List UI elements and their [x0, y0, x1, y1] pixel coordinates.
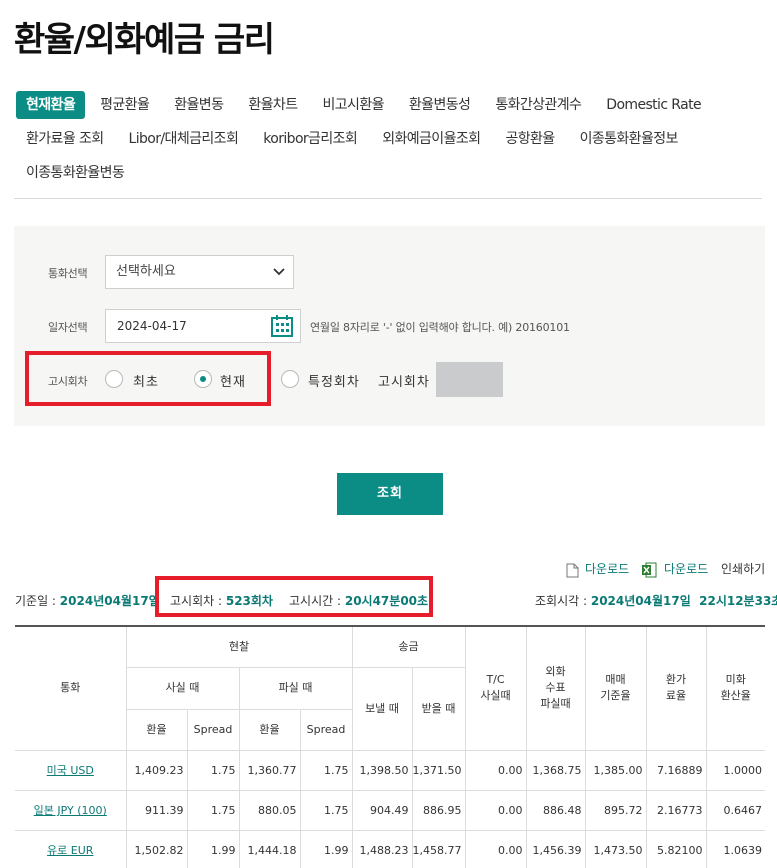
base-date: 기준일 : 2024년04월17일 — [15, 594, 160, 608]
round-number-input[interactable] — [436, 362, 503, 397]
currency-label: 통화선택 — [48, 267, 88, 280]
excel-icon — [642, 562, 657, 578]
tab-4[interactable]: 비고시환율 — [313, 91, 394, 119]
rate-cell: 1,409.23 — [125, 749, 188, 791]
highlight-box-round — [25, 351, 271, 406]
tab-7[interactable]: Domestic Rate — [596, 91, 711, 119]
print-link[interactable]: 인쇄하기 — [721, 560, 765, 577]
tab-5[interactable]: 환율변동성 — [399, 91, 480, 119]
tab-11[interactable]: 외화예금이율조회 — [372, 125, 490, 153]
tab-bar: 현재환율 평균환율 환율변동 환율차트 비고시환율 환율변동성 통화간상관계수 Domesti… — [16, 91, 761, 187]
rate-cell: 1.75 — [299, 749, 353, 791]
header-sell-spread: Spread — [299, 708, 352, 751]
currency-select[interactable]: 선택하세요 — [105, 255, 294, 289]
rate-cell: 0.00 — [464, 789, 527, 831]
rate-cell: 1,368.75 — [525, 749, 586, 791]
tab-14[interactable]: 이종통화환율변동 — [16, 159, 134, 187]
page-title: 환율/외화예금 금리 — [14, 20, 275, 60]
tab-12[interactable]: 공항환율 — [495, 125, 564, 153]
header-check: 외화 수표 파실때 — [525, 625, 586, 751]
table-row: 유로 EUR 1,502.82 1.99 1,444.18 1.99 1,488.23 1,… — [15, 829, 765, 868]
currency-cell: 유로 EUR — [15, 829, 127, 868]
rate-cell: 1.99 — [186, 829, 240, 868]
header-buy-spread: Spread — [186, 708, 240, 751]
tab-6[interactable]: 통화간상관계수 — [485, 91, 591, 119]
header-tc: T/C 사실때 — [464, 625, 527, 751]
header-remit: 송금 — [351, 625, 466, 668]
currency-cell: 일본 JPY (100) — [15, 789, 127, 831]
rate-cell: 880.05 — [238, 789, 301, 831]
header-sell: 파실 때 — [238, 666, 353, 710]
table-row: 미국 USD 1,409.23 1.75 1,360.77 1.75 1,398.50 1,… — [15, 749, 765, 791]
currency-link[interactable]: 유로 EUR — [47, 844, 93, 857]
search-button[interactable]: 조회 — [337, 473, 443, 515]
rate-cell: 1,444.18 — [238, 829, 301, 868]
rate-cell: 0.6467 — [705, 789, 765, 831]
tab-3[interactable]: 환율차트 — [238, 91, 307, 119]
header-send: 보낼 때 — [351, 666, 413, 751]
rate-cell: 1,371.50 — [411, 749, 466, 791]
tab-2[interactable]: 환율변동 — [164, 91, 233, 119]
rate-cell: 1.99 — [299, 829, 353, 868]
rate-cell: 911.39 — [125, 789, 188, 831]
rate-cell: 1,502.82 — [125, 829, 188, 868]
radio-specific-label: 특정회차 — [308, 375, 360, 390]
rate-cell: 1,456.39 — [525, 829, 586, 868]
currency-link[interactable]: 미국 USD — [47, 764, 94, 777]
header-buy-rate: 환율 — [126, 708, 188, 751]
tab-10[interactable]: koribor금리조회 — [253, 125, 367, 153]
header-receive: 받을 때 — [411, 666, 465, 751]
currency-cell: 미국 USD — [15, 749, 127, 791]
rate-cell: 886.95 — [411, 789, 466, 831]
rate-cell: 0.00 — [464, 829, 527, 868]
header-exchange-fee: 환가 료율 — [645, 625, 707, 751]
currency-select-value: 선택하세요 — [116, 264, 176, 279]
chevron-down-icon — [273, 268, 285, 276]
header-usd-rate: 미화 환산율 — [705, 625, 765, 751]
tabs-divider — [14, 198, 762, 199]
rate-cell: 7.16889 — [645, 749, 707, 791]
rate-cell: 1,473.50 — [584, 829, 647, 868]
rate-cell: 1,458.77 — [411, 829, 466, 868]
header-sell-rate: 환율 — [238, 708, 301, 751]
header-buy: 사실 때 — [126, 666, 240, 710]
rate-cell: 1.0000 — [705, 749, 765, 791]
tab-1[interactable]: 평균환율 — [90, 91, 159, 119]
rate-cell: 1,488.23 — [351, 829, 413, 868]
round-text: 고시회차 — [378, 375, 430, 390]
rate-cell: 2.16773 — [645, 789, 707, 831]
rate-cell: 886.48 — [525, 789, 586, 831]
tab-13[interactable]: 이종통화환율정보 — [570, 125, 688, 153]
rate-cell: 5.82100 — [645, 829, 707, 868]
tab-0[interactable]: 현재환율 — [16, 91, 86, 119]
highlight-box-info — [155, 576, 433, 617]
download-link-2[interactable]: 다운로드 — [664, 560, 708, 577]
rate-cell: 1.75 — [299, 789, 353, 831]
table-row: 일본 JPY (100) 911.39 1.75 880.05 1.75 904.49 88… — [15, 789, 765, 831]
exchange-rate-table: 통화 현찰 송금 T/C 사실때 외화 수표 파실때 매매 기준율 환가 료율 … — [15, 625, 765, 868]
query-time: 조회시각 : 2024년04월17일 22시12분33초 — [535, 594, 777, 608]
date-hint: 연월일 8자리로 '-' 없이 입력해야 합니다. 예) 20160101 — [310, 321, 570, 334]
rate-cell: 1,360.77 — [238, 749, 301, 791]
rate-cell: 1,385.00 — [584, 749, 647, 791]
header-base-rate: 매매 기준율 — [584, 625, 647, 751]
rate-cell: 1,398.50 — [351, 749, 413, 791]
rate-cell: 895.72 — [584, 789, 647, 831]
document-icon — [566, 563, 579, 578]
rate-cell: 1.0639 — [705, 829, 765, 868]
rate-cell: 1.75 — [186, 789, 240, 831]
date-label: 일자선택 — [48, 321, 88, 334]
rate-cell: 904.49 — [351, 789, 413, 831]
currency-link[interactable]: 일본 JPY (100) — [34, 804, 107, 817]
header-currency: 통화 — [15, 625, 127, 751]
header-cash: 현찰 — [125, 625, 353, 668]
radio-specific[interactable] — [281, 370, 299, 388]
download-link-1[interactable]: 다운로드 — [585, 560, 629, 577]
calendar-icon[interactable] — [270, 314, 294, 338]
rate-cell: 0.00 — [464, 749, 527, 791]
tab-8[interactable]: 환가료율 조회 — [16, 125, 114, 153]
tab-9[interactable]: Libor/대체금리조회 — [119, 125, 249, 153]
rate-cell: 1.75 — [186, 749, 240, 791]
